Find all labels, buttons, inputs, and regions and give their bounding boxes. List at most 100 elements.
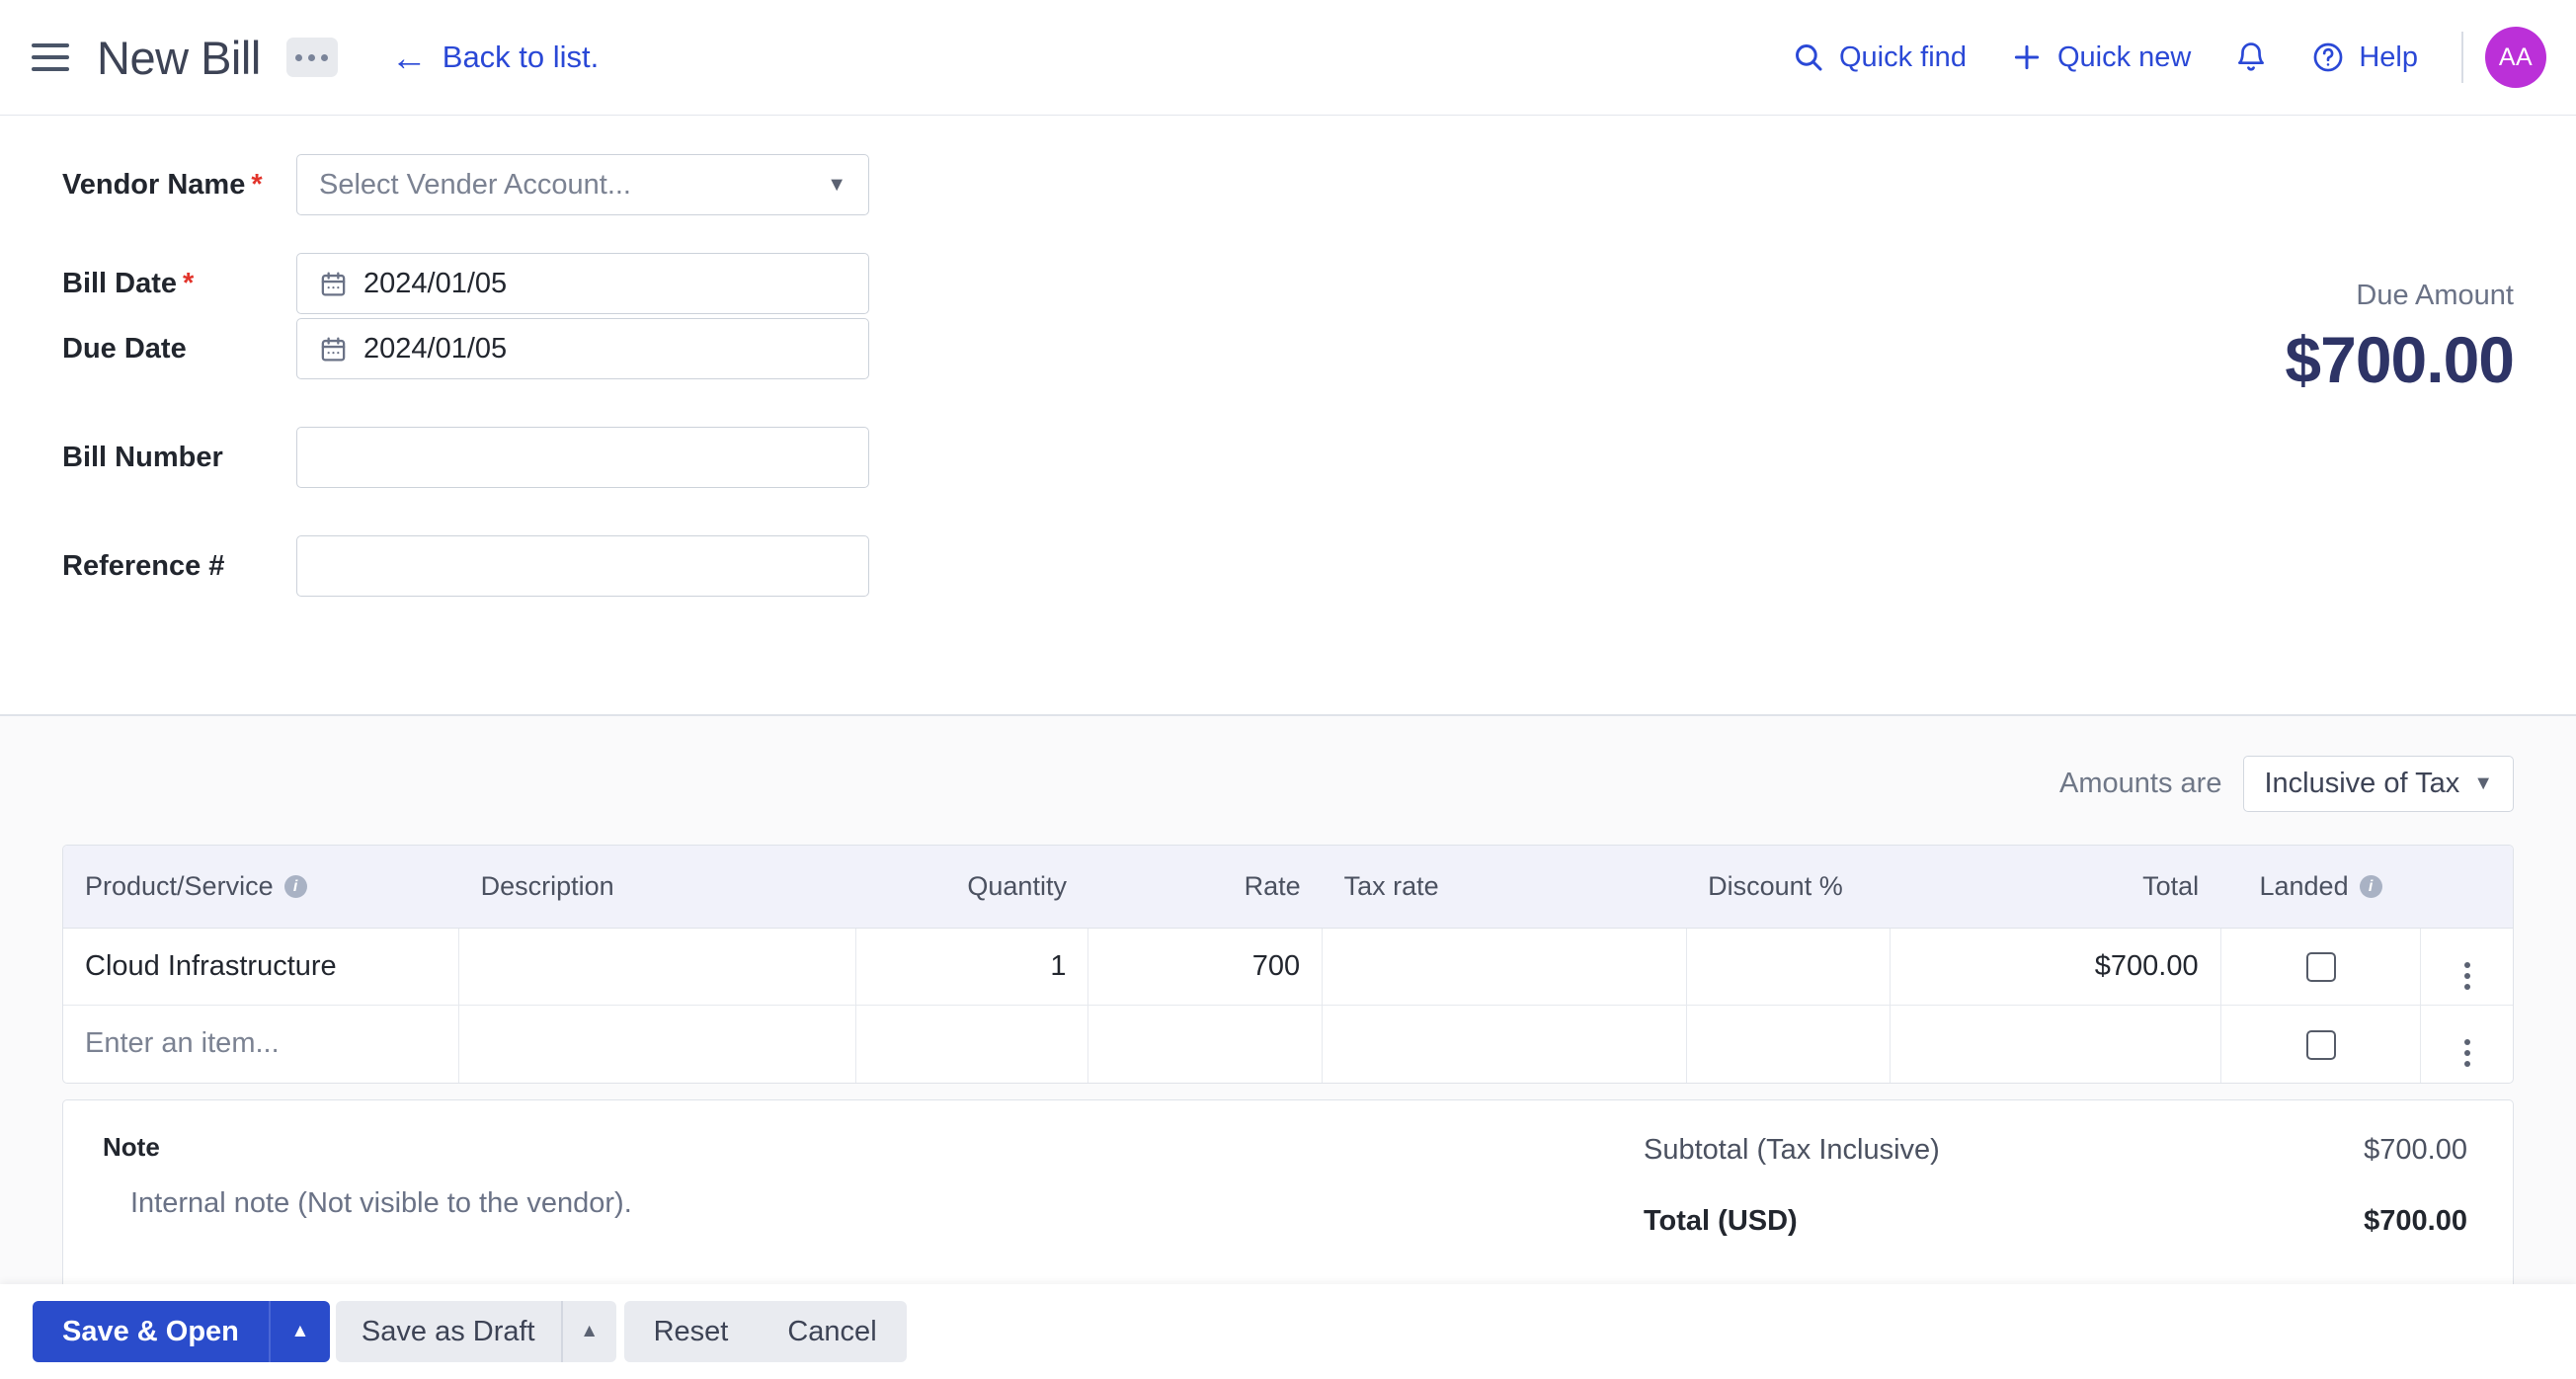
cell-tax-rate[interactable] [1323, 1006, 1687, 1083]
line-items-table: Product/Service i Description Quantity R… [62, 845, 2514, 1084]
quick-new-button[interactable]: Quick new [1988, 41, 2213, 74]
table-row[interactable]: Cloud Infrastructure 1 700 $700.00 [63, 929, 2513, 1006]
total-value: $700.00 [2364, 1205, 2467, 1238]
note-block: Note Internal note (Not visible to the v… [63, 1100, 1644, 1309]
field-row-due-date: Due Date 2024/01/05 [0, 318, 869, 379]
due-date-label: Due Date [0, 333, 296, 365]
landed-checkbox[interactable] [2306, 1030, 2336, 1060]
cell-quantity[interactable] [856, 1006, 1088, 1083]
column-landed[interactable]: Landed i [2220, 846, 2421, 929]
avatar[interactable]: AA [2485, 27, 2546, 88]
cell-product-service[interactable]: Cloud Infrastructure [63, 929, 459, 1006]
save-as-draft-dropdown-icon[interactable]: ▲ [561, 1301, 616, 1362]
field-row-bill-number: Bill Number [0, 427, 869, 488]
amounts-are-select[interactable]: Inclusive of Tax ▼ [2243, 756, 2514, 812]
table-row[interactable]: Enter an item... [63, 1006, 2513, 1083]
row-menu-icon[interactable] [2464, 962, 2470, 990]
plus-icon [2010, 41, 2044, 74]
save-and-open-dropdown-icon[interactable]: ▲ [269, 1301, 330, 1362]
vendor-name-select[interactable]: Select Vender Account... ▼ [296, 154, 869, 215]
cell-tax-rate[interactable] [1323, 929, 1687, 1006]
due-date-value: 2024/01/05 [363, 333, 507, 365]
back-to-list-link[interactable]: ← Back to list. [391, 40, 600, 76]
row-menu-icon[interactable] [2464, 1039, 2470, 1067]
amounts-are-control: Amounts are Inclusive of Tax ▼ [2059, 756, 2514, 812]
cell-row-actions [2421, 1006, 2513, 1083]
column-label: Description [481, 871, 614, 902]
cell-rate[interactable] [1088, 1006, 1323, 1083]
calendar-icon [319, 335, 348, 364]
cell-landed [2220, 929, 2421, 1006]
reset-button[interactable]: Reset [624, 1301, 759, 1362]
cell-quantity[interactable]: 1 [856, 929, 1088, 1006]
column-rate[interactable]: Rate [1088, 846, 1323, 929]
vendor-name-label-text: Vendor Name [62, 169, 245, 201]
hamburger-menu-icon[interactable] [32, 37, 73, 78]
column-total[interactable]: Total [1890, 846, 2220, 929]
bill-number-label: Bill Number [0, 442, 296, 474]
bottom-action-bar: Save & Open ▲ Save as Draft ▲ Reset Canc… [0, 1284, 2576, 1379]
due-date-input[interactable]: 2024/01/05 [296, 318, 869, 379]
save-as-draft-button[interactable]: Save as Draft [336, 1301, 561, 1362]
column-quantity[interactable]: Quantity [856, 846, 1088, 929]
amounts-are-value: Inclusive of Tax [2264, 768, 2459, 800]
vendor-name-label: Vendor Name* [0, 169, 296, 202]
landed-checkbox[interactable] [2306, 952, 2336, 982]
field-row-bill-date: Bill Date* 2024/01/05 [0, 253, 869, 314]
info-icon[interactable]: i [2360, 875, 2382, 898]
column-label: Tax rate [1344, 871, 1439, 902]
help-label: Help [2359, 41, 2418, 74]
due-amount-value: $700.00 [2285, 322, 2514, 397]
column-label: Landed [2259, 871, 2348, 902]
bill-date-label-text: Bill Date [62, 268, 177, 299]
toolbar-divider [2461, 32, 2463, 83]
subtotal-label: Subtotal (Tax Inclusive) [1644, 1134, 1940, 1167]
column-discount[interactable]: Discount % [1686, 846, 1890, 929]
column-product-service[interactable]: Product/Service i [63, 846, 459, 929]
subtotal-value: $700.00 [2364, 1134, 2467, 1167]
ellipsis-icon[interactable] [286, 38, 338, 77]
info-icon[interactable]: i [284, 875, 307, 898]
cell-description[interactable] [459, 1006, 856, 1083]
top-navigation-bar: New Bill ← Back to list. Quick find [0, 0, 2576, 116]
cell-description[interactable] [459, 929, 856, 1006]
bill-date-label: Bill Date* [0, 268, 296, 300]
quick-new-label: Quick new [2057, 41, 2191, 74]
total-row: Total (USD) $700.00 [1644, 1199, 2467, 1244]
top-bar-actions: Quick find Quick new [1770, 27, 2576, 88]
cell-row-actions [2421, 929, 2513, 1006]
bill-date-value: 2024/01/05 [363, 268, 507, 300]
note-title: Note [103, 1132, 1604, 1163]
column-tax-rate[interactable]: Tax rate [1323, 846, 1687, 929]
cell-discount[interactable] [1686, 1006, 1890, 1083]
reference-input[interactable] [296, 535, 869, 597]
column-description[interactable]: Description [459, 846, 856, 929]
cell-total: $700.00 [1890, 929, 2220, 1006]
bill-date-input[interactable]: 2024/01/05 [296, 253, 869, 314]
reference-label-text: Reference # [62, 550, 224, 582]
bill-form-page: New Bill ← Back to list. Quick find [0, 0, 2576, 1379]
column-actions [2421, 846, 2513, 929]
chevron-down-icon: ▼ [827, 174, 846, 197]
cell-landed [2220, 1006, 2421, 1083]
cancel-button[interactable]: Cancel [758, 1301, 906, 1362]
table-header-row: Product/Service i Description Quantity R… [63, 846, 2513, 929]
search-icon [1792, 41, 1825, 74]
cell-discount[interactable] [1686, 929, 1890, 1006]
save-and-open-button[interactable]: Save & Open [33, 1301, 269, 1362]
notifications-button[interactable] [2213, 41, 2290, 74]
amounts-are-label: Amounts are [2059, 768, 2221, 800]
note-input[interactable]: Internal note (Not visible to the vendor… [103, 1187, 1604, 1220]
total-label: Total (USD) [1644, 1205, 1798, 1238]
help-button[interactable]: Help [2290, 41, 2440, 74]
chevron-down-icon: ▼ [2473, 772, 2493, 795]
due-date-label-text: Due Date [62, 333, 187, 365]
quick-find-button[interactable]: Quick find [1770, 41, 1988, 74]
cell-product-service[interactable]: Enter an item... [63, 1006, 459, 1083]
cell-rate[interactable]: 700 [1088, 929, 1323, 1006]
bill-number-input[interactable] [296, 427, 869, 488]
column-label: Product/Service [85, 871, 274, 902]
reference-label: Reference # [0, 550, 296, 583]
arrow-left-icon: ← [391, 40, 428, 76]
due-amount-label: Due Amount [2285, 280, 2514, 312]
